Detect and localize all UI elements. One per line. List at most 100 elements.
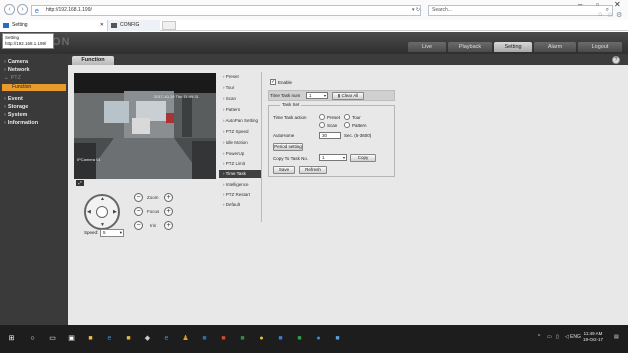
- main-tab-playback[interactable]: Playback: [448, 42, 492, 52]
- svg-text:e: e: [35, 8, 39, 14]
- battery-icon[interactable]: ▯: [556, 334, 559, 340]
- focus-far-button[interactable]: +: [164, 207, 173, 216]
- search-taskbar-icon[interactable]: ○: [28, 335, 37, 343]
- fn-pattern[interactable]: › Pattern: [219, 106, 261, 114]
- system-clock[interactable]: 11:49 AM 19-Oct-17: [583, 331, 603, 343]
- fn-default[interactable]: › Default: [219, 201, 261, 209]
- fn-ptz-speed[interactable]: › PTZ Speed: [219, 128, 261, 136]
- file-explorer-icon[interactable]: ■: [86, 335, 95, 343]
- clear-all-button[interactable]: ▮ Clear All: [332, 92, 364, 100]
- menu-label: System: [7, 112, 28, 118]
- fn-ptz-limit[interactable]: › PTZ Limit: [219, 160, 261, 168]
- speed-select[interactable]: 5 ▾: [100, 229, 124, 237]
- powerpoint-icon[interactable]: ■: [219, 335, 228, 343]
- volume-icon[interactable]: ◁: [565, 334, 569, 340]
- excel-icon[interactable]: ■: [238, 335, 247, 343]
- favorites-star-icon[interactable]: ☆: [607, 11, 613, 19]
- radio-preset[interactable]: [319, 114, 325, 120]
- fn-tour[interactable]: › Tour: [219, 84, 261, 92]
- focus-near-button[interactable]: −: [134, 207, 143, 216]
- menu-storage[interactable]: › Storage: [4, 104, 28, 110]
- ptz-left-icon[interactable]: ◀: [87, 209, 91, 215]
- tab-label: Setting: [12, 22, 28, 28]
- radio-pattern[interactable]: [344, 122, 350, 128]
- tray-up-icon[interactable]: ^: [538, 334, 540, 340]
- focus-label: Focus: [147, 209, 160, 214]
- menu-system[interactable]: › System: [4, 112, 27, 118]
- enable-label: Enable: [278, 80, 293, 85]
- app4-icon[interactable]: ●: [314, 335, 323, 343]
- tab-setting[interactable]: Setting ✕: [0, 20, 108, 31]
- folder-icon[interactable]: ■: [124, 335, 133, 343]
- menu-event[interactable]: › Event: [4, 96, 23, 102]
- settings-gear-icon[interactable]: ⚙: [616, 11, 622, 19]
- save-button[interactable]: Save: [273, 166, 295, 174]
- iris-open-button[interactable]: +: [164, 221, 173, 230]
- ptz-auto-button[interactable]: [96, 206, 108, 218]
- ptz-right-icon[interactable]: ▶: [113, 209, 117, 215]
- start-windows-icon[interactable]: ⊞: [7, 335, 16, 343]
- app-icon[interactable]: ◆: [143, 335, 152, 343]
- main-tab-live[interactable]: Live: [408, 42, 446, 52]
- fn-scan[interactable]: › Scan: [219, 95, 261, 103]
- menu-function[interactable]: Function: [2, 84, 66, 91]
- tab-config[interactable]: CONFIG: [108, 20, 160, 31]
- main-tab-alarm[interactable]: Alarm: [534, 42, 576, 52]
- edge-icon[interactable]: e: [105, 335, 114, 343]
- language-indicator[interactable]: ENG: [570, 334, 581, 340]
- network-icon[interactable]: ▭: [547, 334, 552, 340]
- new-tab-button[interactable]: [162, 21, 176, 30]
- copy-select[interactable]: 1 ▾: [319, 154, 347, 161]
- fn-preset[interactable]: › Preset: [219, 73, 261, 81]
- user-app-icon[interactable]: ♟: [181, 335, 190, 343]
- menu-camera[interactable]: › Camera: [4, 59, 28, 65]
- app2-icon[interactable]: ■: [276, 335, 285, 343]
- search-field[interactable]: Search... ⌕: [428, 5, 613, 16]
- radio-tour[interactable]: [344, 114, 350, 120]
- iris-close-button[interactable]: −: [134, 221, 143, 230]
- word-icon[interactable]: ■: [200, 335, 209, 343]
- expand-arrow-icon: ›: [4, 59, 6, 65]
- maximize-icon[interactable]: ▫: [596, 0, 599, 9]
- ie-icon[interactable]: e: [162, 335, 171, 343]
- app5-icon[interactable]: ■: [333, 335, 342, 343]
- app3-icon[interactable]: ■: [295, 335, 304, 343]
- fn-ptz-restart[interactable]: › PTZ Restart: [219, 191, 261, 199]
- address-bar[interactable]: e http://192.168.1.199/: [31, 5, 421, 16]
- chrome-icon[interactable]: ●: [257, 335, 266, 343]
- fn-idle-motion[interactable]: › Idle Motion: [219, 139, 261, 147]
- copy-button[interactable]: Copy: [350, 154, 376, 162]
- live-video[interactable]: 2017-10-19 Thu 11:49:31 IPCamera 01: [74, 73, 216, 179]
- zoom-out-button[interactable]: −: [134, 193, 143, 202]
- autohome-input[interactable]: 30: [319, 132, 341, 139]
- refresh-dropdown-icon[interactable]: ▾ ↻: [412, 7, 420, 13]
- fn-powerup[interactable]: › PowerUp: [219, 150, 261, 158]
- radio-scan[interactable]: [319, 122, 325, 128]
- ptz-down-icon[interactable]: ▼: [100, 222, 105, 228]
- help-icon[interactable]: ?: [612, 56, 620, 64]
- minimize-icon[interactable]: –: [578, 0, 582, 9]
- fullscreen-icon[interactable]: ⤢: [76, 180, 84, 186]
- menu-ptz[interactable]: ⌄ PTZ: [4, 75, 21, 81]
- menu-network[interactable]: › Network: [4, 67, 30, 73]
- main-tab-setting[interactable]: Setting: [494, 42, 532, 52]
- fn-intelligence[interactable]: › Intelligence: [219, 181, 261, 189]
- enable-checkbox[interactable]: ✓: [270, 79, 276, 85]
- main-tab-logout[interactable]: Logout: [578, 42, 622, 52]
- task-view-icon[interactable]: ▭: [48, 335, 57, 343]
- period-setting-button[interactable]: Period setting: [273, 143, 303, 151]
- ptz-up-icon[interactable]: ▲: [100, 196, 105, 202]
- task-num-select[interactable]: 1 ▾: [306, 92, 328, 99]
- refresh-button[interactable]: Refresh: [299, 166, 327, 174]
- tab-close-icon[interactable]: ✕: [100, 20, 104, 31]
- close-icon[interactable]: ✕: [614, 0, 621, 9]
- home-icon[interactable]: ⌂: [598, 11, 602, 18]
- fn-autopan-setting[interactable]: › AutoPan Setting: [219, 117, 261, 125]
- back-button[interactable]: ‹: [4, 4, 15, 15]
- menu-information[interactable]: › Information: [4, 120, 38, 126]
- zoom-in-button[interactable]: +: [164, 193, 173, 202]
- fn-time-task[interactable]: › Time Task: [219, 170, 261, 178]
- store-icon[interactable]: ▣: [67, 335, 76, 343]
- forward-button[interactable]: ›: [17, 4, 28, 15]
- notification-icon[interactable]: ▤: [614, 334, 619, 340]
